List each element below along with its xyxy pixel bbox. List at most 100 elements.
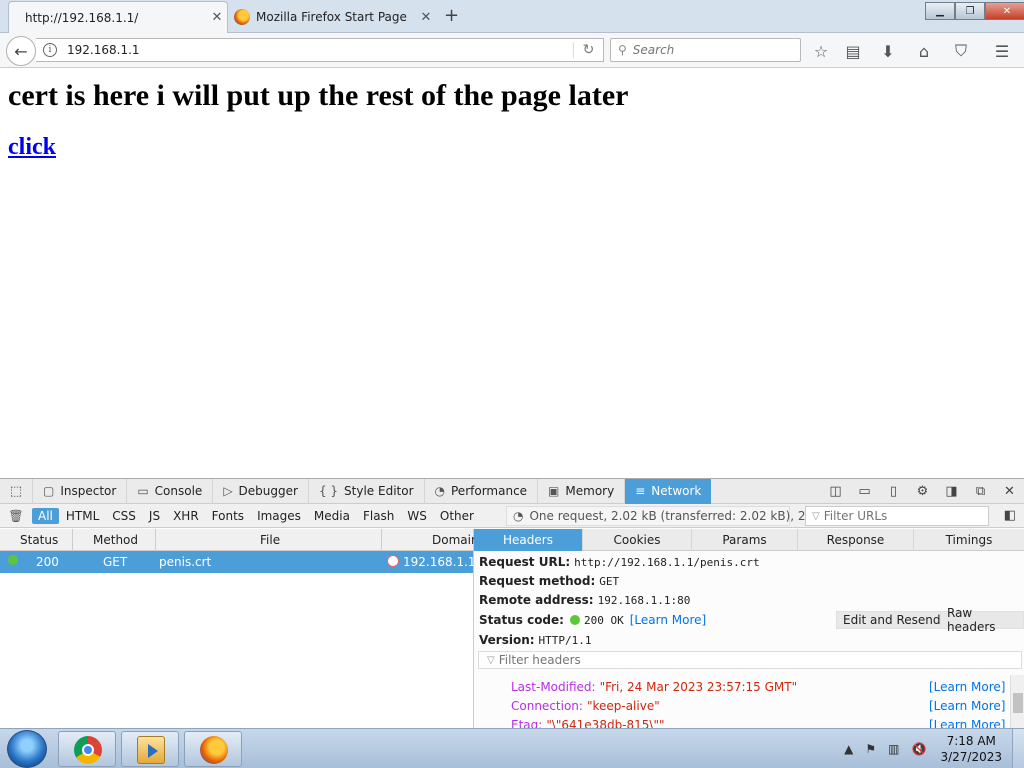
menu-hamburger-icon[interactable]: ☰ [991, 40, 1013, 62]
back-arrow-icon[interactable]: ← [6, 36, 36, 66]
volume-muted-icon[interactable]: 🔇 [912, 742, 927, 756]
tab-label: Network [651, 484, 702, 498]
show-hidden-icons-arrow-icon[interactable]: ▲ [844, 742, 853, 756]
scrollbar-thumb[interactable] [1013, 693, 1023, 713]
action-center-flag-icon[interactable]: ⚑ [865, 742, 876, 756]
clock-date: 3/27/2023 [940, 750, 1002, 764]
bookmark-star-icon[interactable]: ☆ [810, 40, 832, 62]
close-devtools-icon[interactable]: ✕ [995, 484, 1024, 499]
taskbar-media-player[interactable] [121, 731, 179, 767]
tab-headers[interactable]: Headers [474, 529, 583, 551]
version-row: Version: HTTP/1.1 [479, 633, 592, 647]
settings-gear-icon[interactable]: ⚙ [908, 484, 937, 499]
search-input[interactable] [632, 43, 783, 57]
tab-params[interactable]: Params [692, 529, 798, 551]
filter-headers-box[interactable]: ▽ [478, 651, 1022, 669]
filter-ws-button[interactable]: WS [401, 508, 432, 524]
toggle-sidebar-icon[interactable]: ◧ [1004, 508, 1016, 523]
clock-time: 7:18 AM [946, 734, 996, 748]
request-method: GET [103, 555, 128, 569]
taskbar-chrome[interactable] [58, 731, 116, 767]
remote-address-row: Remote address: 192.168.1.1:80 [479, 593, 690, 607]
dock-side-icon[interactable]: ◨ [937, 484, 966, 499]
dock-layout-icon[interactable]: ◫ [821, 484, 850, 499]
tab-timings[interactable]: Timings [914, 529, 1024, 551]
filter-xhr-button[interactable]: XHR [167, 508, 205, 524]
filter-other-button[interactable]: Other [434, 508, 480, 524]
filter-fonts-button[interactable]: Fonts [206, 508, 250, 524]
filter-all-button[interactable]: All [32, 507, 59, 524]
memory-icon: ▣ [548, 484, 560, 498]
responsive-design-icon[interactable]: ▯ [879, 484, 908, 499]
url-text[interactable]: 192.168.1.1 [67, 43, 573, 57]
status-ok-icon [569, 615, 580, 625]
network-filter-bar: 🗑 All HTML CSS JS XHR Fonts Images Media… [0, 504, 1024, 528]
filter-css-button[interactable]: CSS [106, 508, 142, 524]
reading-list-icon[interactable]: ▤ [842, 40, 864, 62]
filter-html-button[interactable]: HTML [60, 508, 105, 524]
table-row[interactable]: 200 GET penis.crt 192.168.1.1 [0, 551, 476, 573]
tab-label: Performance [451, 484, 528, 498]
reload-icon[interactable]: ↻ [573, 42, 603, 58]
start-button-windows-icon[interactable] [7, 730, 47, 768]
learn-more-link[interactable]: [Learn More] [929, 699, 1005, 713]
filter-flash-button[interactable]: Flash [357, 508, 400, 524]
close-tab-icon[interactable]: ✕ [416, 10, 436, 25]
minimize-icon[interactable]: ▁ [925, 2, 955, 20]
column-method[interactable]: Method [93, 533, 138, 547]
tab-firefox-start[interactable]: Mozilla Firefox Start Page ✕ [230, 1, 436, 33]
filter-media-button[interactable]: Media [308, 508, 356, 524]
column-status[interactable]: Status [20, 533, 58, 547]
learn-more-link[interactable]: [Learn More] [630, 613, 706, 627]
tab-network[interactable]: ≡ Network [624, 478, 712, 504]
window-close-icon[interactable]: ✕ [985, 2, 1024, 20]
clock[interactable]: 7:18 AM 3/27/2023 [940, 733, 1002, 765]
url-filter-box[interactable]: ▽ [805, 506, 989, 526]
details-tabs: Headers Cookies Params Response Timings [474, 529, 1024, 551]
filter-urls-input[interactable] [823, 509, 984, 523]
tab-debugger[interactable]: ▷ Debugger [212, 478, 308, 504]
firefox-icon [200, 736, 228, 764]
url-bar[interactable]: i 192.168.1.1 ↻ [36, 38, 604, 62]
edit-and-resend-button[interactable]: Edit and Resend [836, 611, 948, 629]
click-link[interactable]: click [8, 134, 56, 161]
element-picker-icon[interactable]: ⬚ [0, 484, 32, 499]
downloads-icon[interactable]: ⬇ [877, 40, 899, 62]
restore-icon[interactable]: ❐ [955, 2, 985, 20]
search-box[interactable]: ⚲ [610, 38, 801, 62]
scratchpad-icon[interactable]: ▭ [850, 484, 879, 499]
tab-style-editor[interactable]: { } Style Editor [307, 478, 424, 504]
tab-label: Inspector [60, 484, 117, 498]
column-domain[interactable]: Domain [432, 533, 479, 547]
firefox-favicon-icon [234, 9, 250, 25]
tab-inspector[interactable]: ▢ Inspector [32, 478, 126, 504]
filter-headers-input[interactable] [498, 653, 979, 667]
close-tab-icon[interactable]: ✕ [207, 10, 227, 25]
tab-memory[interactable]: ▣ Memory [537, 478, 624, 504]
tab-cookies[interactable]: Cookies [583, 529, 692, 551]
filter-images-button[interactable]: Images [251, 508, 307, 524]
show-desktop-button[interactable] [1012, 729, 1024, 768]
tab-console[interactable]: ▭ Console [126, 478, 212, 504]
tab-current[interactable]: http://192.168.1.1/ ✕ [8, 1, 228, 33]
network-icon[interactable]: ▥ [888, 742, 899, 756]
status-ok-icon [8, 555, 18, 565]
learn-more-link[interactable]: [Learn More] [929, 680, 1005, 694]
pocket-icon[interactable]: ⛉ [950, 40, 972, 62]
site-info-icon[interactable]: i [43, 43, 57, 57]
taskbar-firefox[interactable] [184, 731, 242, 767]
trash-icon[interactable]: 🗑 [0, 509, 32, 523]
tab-performance[interactable]: ◔ Performance [423, 478, 538, 504]
devtools-toolbar-right: ◫ ▭ ▯ ⚙ ◨ ⧉ ✕ [821, 479, 1024, 504]
column-file[interactable]: File [260, 533, 280, 547]
filter-js-button[interactable]: JS [143, 508, 166, 524]
tab-response[interactable]: Response [798, 529, 914, 551]
headers-scrollbar[interactable] [1010, 675, 1024, 729]
funnel-icon: ▽ [812, 510, 820, 522]
raw-headers-button[interactable]: Raw headers [940, 606, 1024, 634]
new-tab-plus-icon[interactable]: + [444, 5, 459, 26]
separate-window-icon[interactable]: ⧉ [966, 484, 995, 499]
version-value: HTTP/1.1 [538, 634, 592, 647]
home-icon[interactable]: ⌂ [913, 40, 935, 62]
request-summary[interactable]: ◔ One request, 2.02 kB (transferred: 2.0… [506, 506, 827, 526]
